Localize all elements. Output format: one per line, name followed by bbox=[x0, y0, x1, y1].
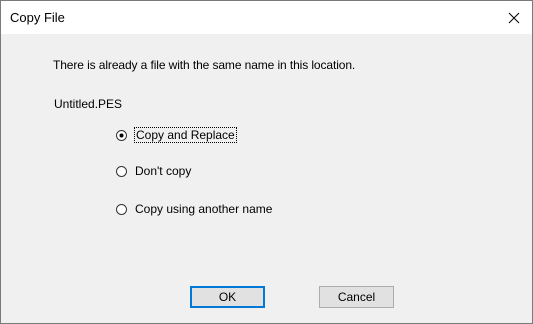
radio-unselected-icon[interactable] bbox=[116, 165, 127, 177]
option-dont-copy[interactable]: Don't copy bbox=[116, 163, 191, 179]
copy-file-dialog: Copy File There is already a file with t… bbox=[0, 0, 533, 324]
option-copy-and-replace[interactable]: Copy and Replace bbox=[116, 127, 237, 143]
option-label[interactable]: Don't copy bbox=[135, 164, 191, 178]
option-label[interactable]: Copy using another name bbox=[135, 202, 272, 216]
title-bar: Copy File bbox=[1, 1, 532, 34]
radio-unselected-icon[interactable] bbox=[116, 203, 127, 215]
message-text: There is already a file with the same na… bbox=[53, 58, 356, 72]
close-button[interactable] bbox=[496, 1, 532, 34]
dialog-body: There is already a file with the same na… bbox=[1, 34, 532, 323]
radio-selected-icon[interactable] bbox=[116, 129, 127, 141]
ok-button[interactable]: OK bbox=[190, 286, 265, 308]
dialog-title: Copy File bbox=[10, 10, 65, 25]
cancel-button[interactable]: Cancel bbox=[319, 286, 394, 308]
option-copy-another-name[interactable]: Copy using another name bbox=[116, 201, 272, 217]
option-label[interactable]: Copy and Replace bbox=[134, 127, 237, 143]
close-icon bbox=[508, 12, 520, 23]
file-name-label: Untitled.PES bbox=[54, 97, 123, 111]
